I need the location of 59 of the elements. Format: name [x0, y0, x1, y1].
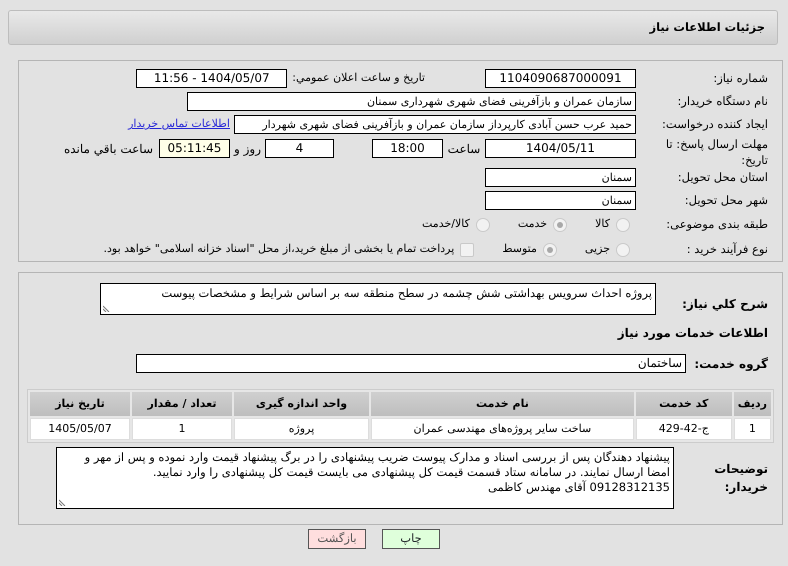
radio-button[interactable] — [476, 218, 490, 232]
column-header: تاریخ نیاز — [30, 392, 130, 416]
field-label: گروه خدمت: — [693, 356, 769, 372]
radio-button[interactable] — [616, 242, 630, 256]
buyer-org-field[interactable]: سازمان عمران و بازآفرینی فضای شهری شهرداری سمنان — [187, 92, 636, 111]
time-label: ساعت — [446, 140, 482, 158]
resize-grip-icon[interactable] — [103, 305, 110, 312]
table-cell: ساخت سایر پروژه‌های مهندسی عمران — [371, 418, 634, 440]
remaining-time-field[interactable]: 05:11:45 — [159, 139, 230, 158]
field-label: نام دستگاه خریدار: — [676, 92, 769, 110]
field-label: مهلت ارسال پاسخ: تا تاریخ: — [664, 136, 769, 168]
field-label: شماره نیاز: — [712, 70, 769, 87]
option-label: متوسط — [502, 241, 537, 258]
column-header: ردیف — [734, 392, 771, 416]
city-field[interactable]: سمنان — [485, 191, 636, 210]
summary-field[interactable]: پروژه احداث سرویس بهداشتی شش چشمه در سطح منطقه سه بر اساس شرایط و مشخصات پیوست — [100, 283, 656, 315]
field-label: تاریخ و ساعت اعلان عمومي: — [292, 70, 425, 86]
field-label: طبقه بندی موضوعی: — [665, 216, 769, 233]
option-label: کالا/خدمت — [422, 216, 470, 232]
province-field[interactable]: سمنان — [485, 168, 636, 187]
days-field[interactable]: 4 — [265, 139, 334, 158]
checkbox[interactable] — [460, 242, 474, 256]
field-label: شرح کلي نیاز: — [681, 296, 769, 313]
radio-button[interactable] — [616, 218, 630, 232]
column-header: واحد اندازه گیری — [234, 392, 369, 416]
print-button[interactable]: چاپ — [382, 529, 440, 549]
radio-button[interactable] — [553, 218, 568, 232]
need-number-field[interactable]: 1104090687000091 — [485, 69, 636, 88]
table-cell: 1405/05/07 — [30, 418, 130, 440]
option-label: کالا — [595, 216, 610, 232]
buyer-notes-field[interactable]: پیشنهاد دهندگان پس از بررسی اسناد و مدارک پیوست ضریب پیشنهادی را در برگ پیشنهاد قیمت وارد نموده و پس از مهر و امضا ارسال نمایند. در سامانه ستاد قسمت قیمت کل پیشنهادی می بایست قیمت کل پیشنهادی را وارد نمایید. 09128312135 آقای مهندس کاظمی — [56, 447, 674, 509]
remaining-label: ساعت باقي مانده — [64, 140, 153, 158]
service-group-field[interactable]: ساختمان — [136, 354, 686, 373]
table-cell: 1 — [734, 418, 771, 440]
deadline-date-field[interactable]: 1404/05/11 — [485, 139, 636, 158]
back-button[interactable]: بازگشت — [308, 529, 366, 549]
announce-date-field[interactable]: 1404/05/07 - 11:56 — [136, 69, 288, 88]
field-label: ایجاد کننده درخواست: — [661, 116, 769, 133]
column-header: نام خدمت — [371, 392, 634, 416]
option-label: جزیی — [584, 241, 610, 258]
page-title: جزئیات اطلاعات نیاز — [649, 20, 765, 34]
radio-button[interactable] — [542, 242, 557, 256]
field-label: توضیحات خریدار: — [713, 461, 769, 496]
table-cell: 1 — [132, 418, 232, 440]
payment-note: پرداخت تمام یا بخشی از مبلغ خرید،از محل "اسناد خزانه اسلامی" خواهد بود. — [104, 241, 454, 258]
days-label: روز و — [232, 140, 262, 158]
field-label: نوع فرآیند خرید : — [686, 240, 769, 258]
field-label: استان محل تحویل: — [676, 168, 769, 186]
contact-link[interactable]: اطلاعات تماس خریدار — [128, 116, 230, 133]
requester-field[interactable]: حمید عرب حسن آبادی کارپرداز سازمان عمران و بازآفرینی فضای شهری شهردار — [234, 115, 636, 134]
resize-grip-icon[interactable] — [59, 499, 66, 506]
column-header: کد خدمت — [636, 392, 732, 416]
column-header: تعداد / مقدار — [132, 392, 232, 416]
table-cell: ج-42-429 — [636, 418, 732, 440]
option-label: خدمت — [518, 216, 548, 232]
field-label: شهر محل تحویل: — [684, 192, 769, 209]
section-title: اطلاعات خدمات مورد نیاز — [616, 325, 768, 342]
deadline-time-field[interactable]: 18:00 — [372, 139, 443, 158]
table-cell: پروژه — [234, 418, 369, 440]
